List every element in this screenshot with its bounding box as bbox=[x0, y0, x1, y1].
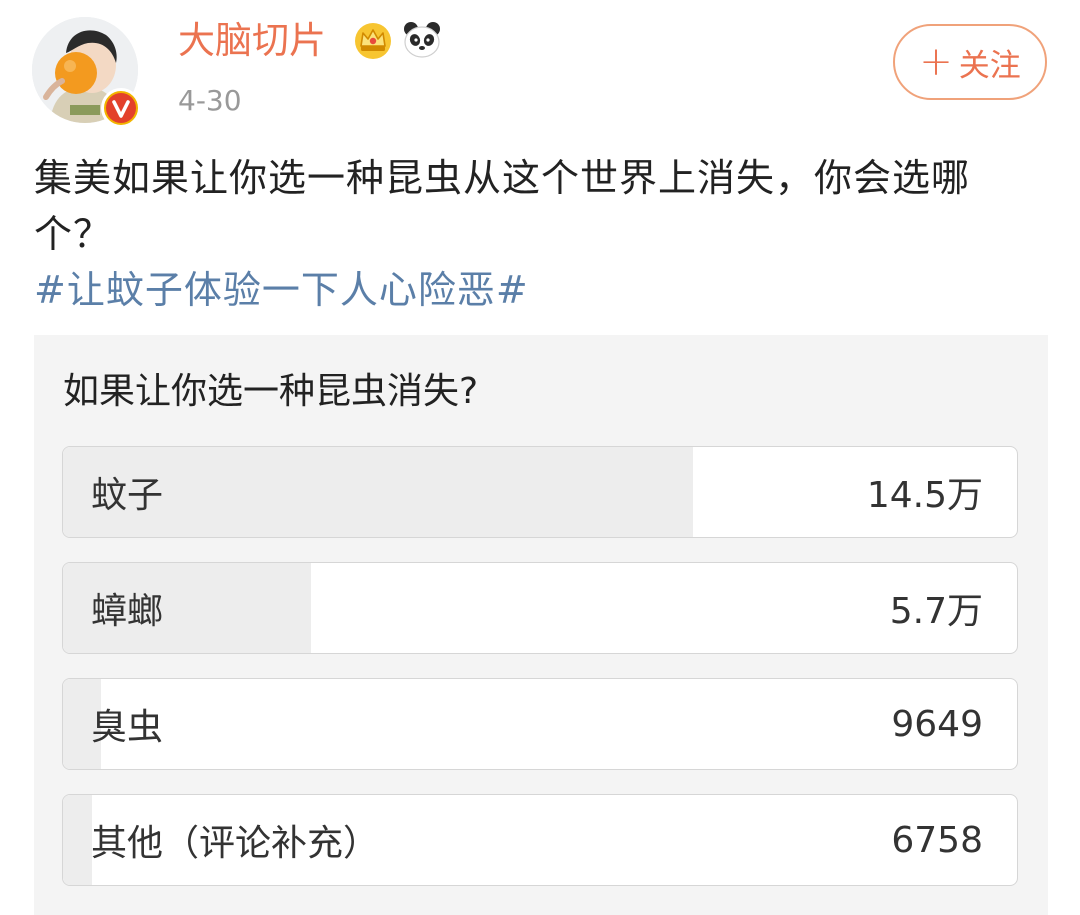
poll-option-count: 6758 bbox=[891, 819, 983, 861]
panda-icon bbox=[404, 22, 440, 58]
poll-question: 如果让你选一种昆虫消失? bbox=[63, 371, 479, 412]
poll-option-count: 14.5万 bbox=[866, 475, 983, 516]
hashtag-link[interactable]: #让蚊子体验一下人心险恶# bbox=[34, 262, 529, 318]
poll-option-count: 5.7万 bbox=[889, 591, 983, 632]
poll-option[interactable]: 蟑螂 5.7万 bbox=[62, 562, 1018, 654]
crown-icon bbox=[355, 23, 391, 59]
poll-option-label: 臭虫 bbox=[91, 707, 164, 748]
poll-option-label: 蚊子 bbox=[91, 475, 164, 516]
poll-option[interactable]: 臭虫 9649 bbox=[62, 678, 1018, 770]
poll-option[interactable]: 蚊子 14.5万 bbox=[62, 446, 1018, 538]
weibo-post: 大脑切片 4-30 + 关注 集美如果让你选一种昆虫从这个世界上消失，你会选哪个… bbox=[0, 0, 1080, 915]
post-text: 集美如果让你选一种昆虫从这个世界上消失，你会选哪个？ bbox=[34, 156, 971, 256]
post-date: 4-30 bbox=[178, 84, 242, 117]
poll-option-label: 蟑螂 bbox=[91, 591, 164, 632]
poll-card: 如果让你选一种昆虫消失? 蚊子 14.5万 蟑螂 5.7万 臭虫 9649 其他… bbox=[34, 335, 1048, 915]
follow-button[interactable]: + 关注 bbox=[893, 24, 1047, 100]
follow-label: 关注 bbox=[958, 47, 1021, 84]
username[interactable]: 大脑切片 bbox=[178, 16, 326, 66]
poll-option-label: 其他（评论补充） bbox=[91, 823, 380, 864]
poll-option[interactable]: 其他（评论补充） 6758 bbox=[62, 794, 1018, 886]
plus-icon: + bbox=[919, 39, 953, 85]
verified-v-icon bbox=[101, 88, 141, 128]
poll-result-bar bbox=[63, 795, 92, 885]
poll-option-count: 9649 bbox=[891, 703, 983, 745]
